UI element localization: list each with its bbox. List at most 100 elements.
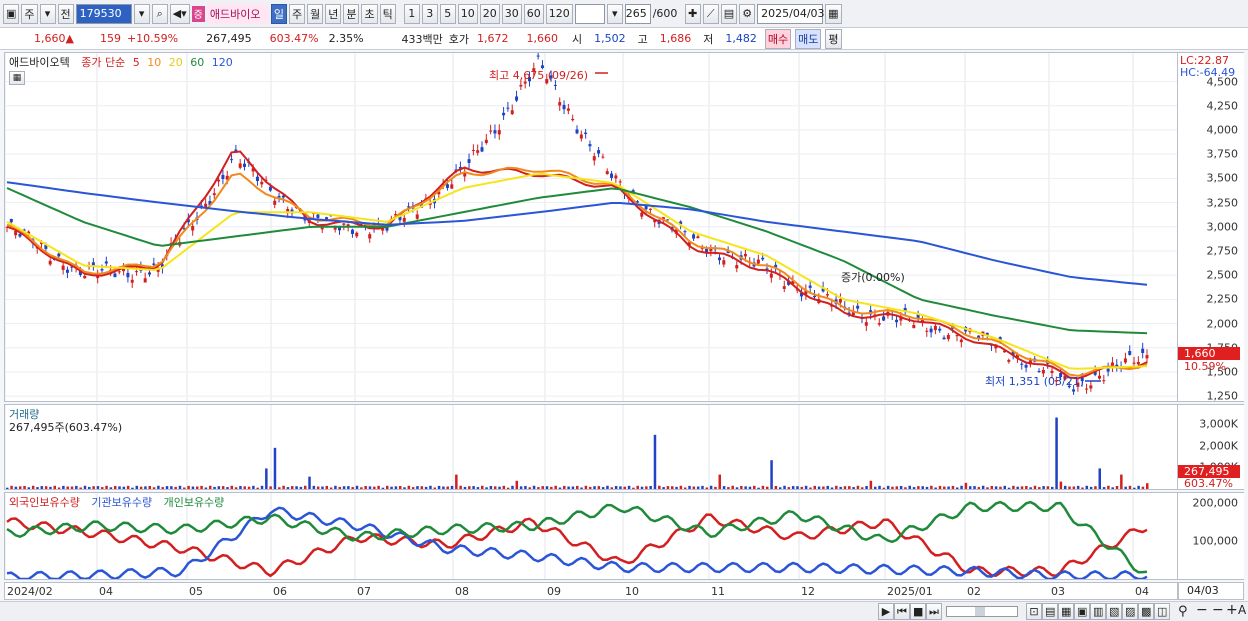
calendar-icon[interactable]: ▦ (825, 3, 842, 24)
font-size-icon[interactable]: A (1238, 603, 1246, 617)
chevron-down-icon[interactable]: ▾ (39, 3, 56, 24)
candle-body (502, 112, 506, 116)
forward-icon[interactable]: ⏭ (926, 603, 942, 620)
search-icon[interactable]: ⌕ (151, 3, 168, 24)
volume-bar (688, 485, 691, 489)
period-tick[interactable]: 틱 (379, 3, 396, 24)
view-icon[interactable]: ▣ (1074, 603, 1091, 620)
date-input[interactable]: 2025/04/03 (757, 3, 825, 24)
candle-body (571, 118, 575, 121)
stock-name-field[interactable]: 애드바이오 (206, 3, 269, 24)
gear-icon[interactable]: ⚙ (739, 3, 756, 24)
save-icon[interactable]: ▤ (720, 3, 738, 24)
low-label: 저 (703, 32, 714, 46)
interval-1[interactable]: 1 (403, 3, 420, 24)
minus-icon[interactable]: − (1212, 602, 1224, 618)
volume-bar (18, 486, 22, 489)
candle-body (255, 176, 259, 182)
candle-body (117, 271, 121, 273)
candle-body (782, 286, 786, 289)
holding-line-institution (6, 506, 1148, 579)
volume-bar (934, 487, 937, 489)
volume-bar (351, 487, 354, 489)
interval-30[interactable]: 30 (501, 3, 522, 24)
period-minute[interactable]: 분 (343, 3, 360, 24)
play-icon[interactable]: ▶ (878, 603, 894, 620)
columns-icon[interactable]: ▥ (1090, 603, 1107, 620)
count-input[interactable]: 265 (624, 3, 651, 24)
price-chart[interactable] (5, 53, 1177, 401)
period-month[interactable]: 월 (307, 3, 324, 24)
candle-body (1141, 348, 1145, 353)
legend-ma20: 20 (168, 56, 183, 69)
crosshair-icon[interactable]: ✚ (684, 3, 701, 24)
chart-type-icon[interactable]: ▨ (1122, 603, 1139, 620)
bid-price: 1,660 (526, 32, 559, 45)
code-input[interactable]: 179530 (75, 3, 132, 24)
speaker-icon[interactable]: ◀▾ (169, 3, 190, 24)
volume-bar (861, 487, 864, 489)
period-day[interactable]: 일 (270, 3, 287, 24)
kind-select[interactable]: 전 (57, 3, 74, 24)
draw-line-icon[interactable]: ⟋ (702, 3, 719, 24)
period-second[interactable]: 초 (361, 3, 378, 24)
volume-bar (381, 487, 385, 489)
interval-3[interactable]: 3 (421, 3, 438, 24)
volume-bar (649, 485, 652, 489)
period-year[interactable]: 년 (325, 3, 342, 24)
table-icon[interactable]: ▦ (9, 71, 25, 85)
window-split-icon[interactable]: ▩ (1138, 603, 1155, 620)
layout-icon[interactable]: ▤ (1042, 603, 1059, 620)
candle-body (1102, 380, 1106, 382)
interval-10[interactable]: 10 (457, 3, 478, 24)
panel-icon[interactable]: ▧ (1106, 603, 1123, 620)
volume-bar (947, 486, 950, 489)
chevron-down-icon[interactable]: ▾ (606, 3, 623, 24)
volume-bar (804, 485, 808, 489)
volume-bar (1051, 486, 1054, 489)
volume-bar (40, 486, 44, 489)
volume-bar (126, 485, 130, 489)
volume-bar (1029, 487, 1032, 489)
volume-bar (761, 485, 765, 489)
market-select[interactable]: 주 (21, 3, 38, 24)
rewind-icon[interactable]: ⏮ (894, 603, 910, 620)
candle-body (938, 328, 942, 331)
volume-bar (912, 487, 916, 489)
holding-y-tick: 200,000 (1192, 496, 1239, 510)
interval-60[interactable]: 60 (523, 3, 544, 24)
volume-bar (701, 485, 704, 489)
interval-custom-input[interactable] (574, 3, 605, 24)
stop-icon[interactable]: ■ (910, 603, 927, 620)
volume-bar (44, 486, 48, 489)
x-tick-label: 06 (273, 585, 287, 598)
buy-button[interactable]: 매수 (764, 28, 792, 49)
interval-20[interactable]: 20 (479, 3, 500, 24)
volume-bar (1038, 487, 1041, 489)
candle-body (610, 173, 614, 178)
candle-body (856, 305, 860, 309)
zoom-out-icon[interactable]: − (1196, 602, 1208, 618)
window-merge-icon[interactable]: ◫ (1154, 603, 1171, 620)
period-week[interactable]: 주 (288, 3, 306, 24)
chevron-down-icon[interactable]: ▾ (133, 3, 150, 24)
volume-chart[interactable] (5, 405, 1177, 489)
price-legend: 애드바이오텍 종가 단순 5 10 20 60 120 (9, 54, 233, 70)
candle-body (238, 163, 242, 168)
volume-bar (1068, 486, 1071, 489)
interval-5[interactable]: 5 (439, 3, 456, 24)
eval-button[interactable]: 평 (825, 28, 842, 49)
candle-body (415, 214, 419, 219)
grid-icon[interactable]: ▦ (1058, 603, 1075, 620)
volume-bar (1016, 486, 1019, 489)
scroll-track[interactable] (946, 606, 1018, 617)
legend-institution: 기관보유수량 (91, 496, 153, 509)
scroll-thumb[interactable] (975, 607, 985, 616)
interval-120[interactable]: 120 (545, 3, 573, 24)
volume-bar (1072, 486, 1076, 489)
zoom-fit-icon[interactable]: ⊡ (1026, 603, 1042, 620)
window-icon[interactable]: ▣ (3, 3, 20, 24)
zoom-icon[interactable]: ⚲ (1178, 604, 1188, 619)
sell-button[interactable]: 매도 (795, 28, 822, 49)
plus-icon[interactable]: + (1226, 602, 1238, 618)
